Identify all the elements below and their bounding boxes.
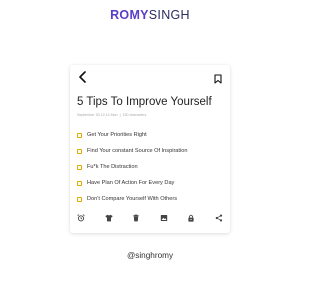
back-arrow-icon[interactable]: [78, 70, 88, 83]
checkbox[interactable]: [77, 180, 82, 186]
alarm-icon[interactable]: [76, 213, 86, 223]
brand-first: ROMY: [110, 8, 149, 22]
note-topbar: [70, 65, 230, 87]
checkbox[interactable]: [77, 196, 82, 202]
checkbox[interactable]: [77, 164, 82, 170]
checklist-item[interactable]: Have Plan Of Action For Every Day: [77, 175, 227, 191]
checklist-item[interactable]: Don't Compare Yourself With Others: [77, 191, 227, 207]
share-icon[interactable]: [214, 213, 224, 223]
checkbox[interactable]: [77, 148, 82, 154]
checklist-item-text: Don't Compare Yourself With Others: [87, 196, 177, 202]
trash-icon[interactable]: [131, 213, 141, 223]
note-title[interactable]: 5 Tips To Improve Yourself: [77, 96, 212, 108]
note-card: 5 Tips To Improve Yourself September 30 …: [70, 65, 230, 233]
checklist-item-text: Get Your Priorities Right: [87, 132, 147, 138]
checklist-item-text: Find Your constant Source Of Inspiration: [87, 148, 188, 154]
note-char-count: 150 characters: [122, 113, 147, 117]
brand-logo: ROMYSINGH: [0, 8, 300, 22]
bookmark-icon[interactable]: [214, 71, 222, 84]
checklist-item[interactable]: Fu*k The Distraction: [77, 159, 227, 175]
checklist-item-text: Have Plan Of Action For Every Day: [87, 180, 175, 186]
lock-icon[interactable]: [186, 213, 196, 223]
note-meta: September 30 12:14 Mon | 150 characters: [77, 113, 146, 117]
checklist-item[interactable]: Find Your constant Source Of Inspiration: [77, 143, 227, 159]
brand-last: SINGH: [148, 8, 190, 22]
social-handle: @singhromy: [126, 251, 174, 260]
note-date: September 30 12:14 Mon: [77, 113, 118, 117]
checklist-item-text: Fu*k The Distraction: [87, 164, 138, 170]
checkbox[interactable]: [77, 132, 82, 138]
meta-separator: |: [119, 113, 121, 117]
checklist: Get Your Priorities Right Find Your cons…: [77, 127, 227, 207]
note-toolbar: [74, 211, 226, 225]
shirt-icon[interactable]: [104, 213, 114, 223]
image-icon[interactable]: [159, 213, 169, 223]
checklist-item[interactable]: Get Your Priorities Right: [77, 127, 227, 143]
